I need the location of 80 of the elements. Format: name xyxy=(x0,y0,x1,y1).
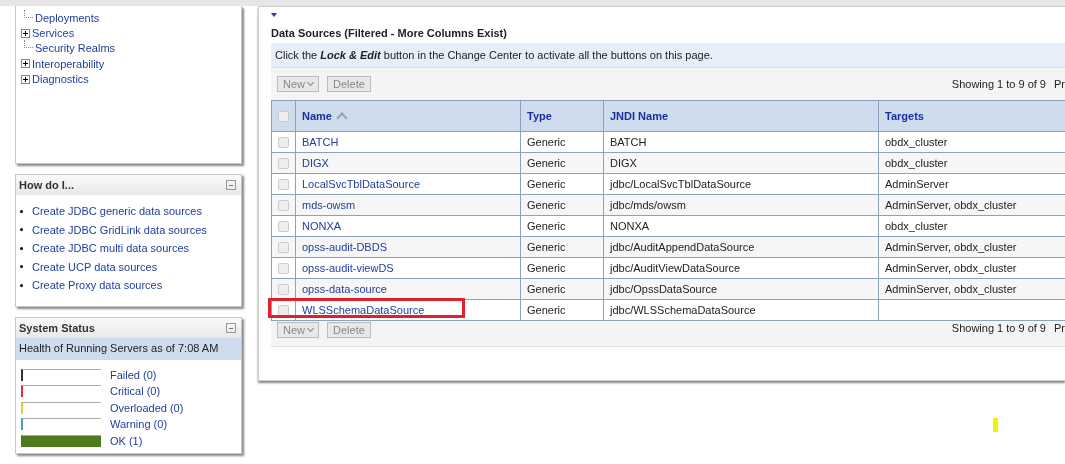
column-header[interactable]: Targets xyxy=(878,100,1065,132)
tree-item-link[interactable]: Services xyxy=(32,27,75,40)
tree-item-link[interactable]: Interoperability xyxy=(32,57,105,70)
expand-icon[interactable] xyxy=(21,74,30,84)
table-cell: AdminServer, obdx_cluster xyxy=(885,283,1017,295)
table-cell: DIGX xyxy=(610,157,637,169)
health-link[interactable]: Overloaded (0) xyxy=(110,401,184,414)
bullet-icon xyxy=(20,283,23,287)
info-message: Click the Lock & Edit button in the Change Center to activate all the buttons on this page. xyxy=(271,43,1065,68)
pager-link[interactable]: Pr xyxy=(1054,322,1065,334)
health-link[interactable]: Failed (0) xyxy=(110,368,157,381)
section-title: Data Sources (Filtered - More Columns Exist) xyxy=(271,27,508,41)
table-cell: NONXA xyxy=(610,220,650,232)
panel-title: How do I... xyxy=(19,179,74,191)
help-link[interactable]: Create JDBC generic data sources xyxy=(32,205,202,218)
table-cell: jdbc/OpssDataSource xyxy=(610,283,717,295)
highlight-mark xyxy=(993,418,998,432)
table-cell: AdminServer, obdx_cluster xyxy=(885,241,1017,253)
row-checkbox[interactable] xyxy=(278,284,289,296)
row-checkbox[interactable] xyxy=(278,158,289,170)
row-checkbox[interactable] xyxy=(278,221,289,233)
pager-link[interactable]: Pr xyxy=(1054,78,1065,90)
panel-title: System Status xyxy=(19,321,95,334)
row-checkbox[interactable] xyxy=(278,179,289,191)
health-link[interactable]: Critical (0) xyxy=(110,385,161,398)
table-cell: Generic xyxy=(527,283,566,295)
table-cell: jdbc/LocalSvcTblDataSource xyxy=(610,178,752,190)
table-cell: Generic xyxy=(527,241,566,253)
table-cell: jdbc/AuditAppendDataSource xyxy=(610,241,755,253)
table-cell: Generic xyxy=(527,220,566,232)
column-header[interactable]: Type xyxy=(520,100,604,132)
table-cell: Generic xyxy=(527,178,566,190)
data-source-link[interactable]: BATCH xyxy=(302,136,339,148)
table-cell: Generic xyxy=(527,199,566,211)
table-cell: Generic xyxy=(527,136,566,148)
help-link[interactable]: Create JDBC multi data sources xyxy=(32,242,190,255)
tree-item-link[interactable]: Diagnostics xyxy=(32,73,89,86)
table-cell: jdbc/mds/owsm xyxy=(610,199,686,211)
health-link[interactable]: Warning (0) xyxy=(110,418,168,431)
row-checkbox[interactable] xyxy=(278,137,289,149)
bullet-icon xyxy=(20,228,23,232)
help-link[interactable]: Create JDBC GridLink data sources xyxy=(32,223,207,236)
row-checkbox[interactable] xyxy=(278,200,289,212)
tree-item-link[interactable]: Deployments xyxy=(35,11,100,24)
bullet-icon xyxy=(20,265,23,269)
row-checkbox[interactable] xyxy=(278,263,289,275)
expand-icon[interactable] xyxy=(21,28,30,38)
table-cell: jdbc/AuditViewDataSource xyxy=(610,262,741,274)
help-link[interactable]: Create UCP data sources xyxy=(32,260,158,273)
health-link[interactable]: OK (1) xyxy=(110,434,143,447)
table-cell: obdx_cluster xyxy=(885,157,948,169)
table-cell: Generic xyxy=(527,262,566,274)
help-link[interactable]: Create Proxy data sources xyxy=(32,279,163,292)
tree-item-link[interactable]: Security Realms xyxy=(35,42,116,55)
bullet-icon xyxy=(20,246,23,250)
table-cell: AdminServer, obdx_cluster xyxy=(885,199,1017,211)
table-cell: obdx_cluster xyxy=(885,136,948,148)
table-cell: Generic xyxy=(527,304,566,316)
column-header[interactable]: JNDI Name xyxy=(603,100,879,132)
column-header[interactable]: Name xyxy=(295,100,521,132)
data-source-link[interactable]: DIGX xyxy=(302,157,329,169)
pagination-text: Showing 1 to 9 of 9 xyxy=(951,78,1046,90)
expand-icon[interactable] xyxy=(21,59,30,69)
table-cell: jdbc/WLSSchemaDataSource xyxy=(610,304,756,316)
data-source-link[interactable]: NONXA xyxy=(302,220,342,232)
select-all-checkbox[interactable] xyxy=(278,111,289,123)
row-checkbox[interactable] xyxy=(278,305,289,317)
pagination-text: Showing 1 to 9 of 9 xyxy=(951,322,1046,334)
status-subtitle: Health of Running Servers as of 7:08 AM xyxy=(16,337,241,360)
data-source-link[interactable]: mds-owsm xyxy=(302,199,356,211)
table-cell: AdminServer, obdx_cluster xyxy=(885,262,1017,274)
table-cell: AdminServer xyxy=(885,178,949,190)
table-cell: obdx_cluster xyxy=(885,220,948,232)
table-cell: BATCH xyxy=(610,136,647,148)
collapse-icon[interactable] xyxy=(226,322,236,333)
collapse-icon[interactable] xyxy=(226,180,236,190)
bullet-icon xyxy=(20,209,23,213)
table-cell: Generic xyxy=(527,157,566,169)
row-checkbox[interactable] xyxy=(278,242,289,254)
triangle-icon xyxy=(271,13,277,17)
